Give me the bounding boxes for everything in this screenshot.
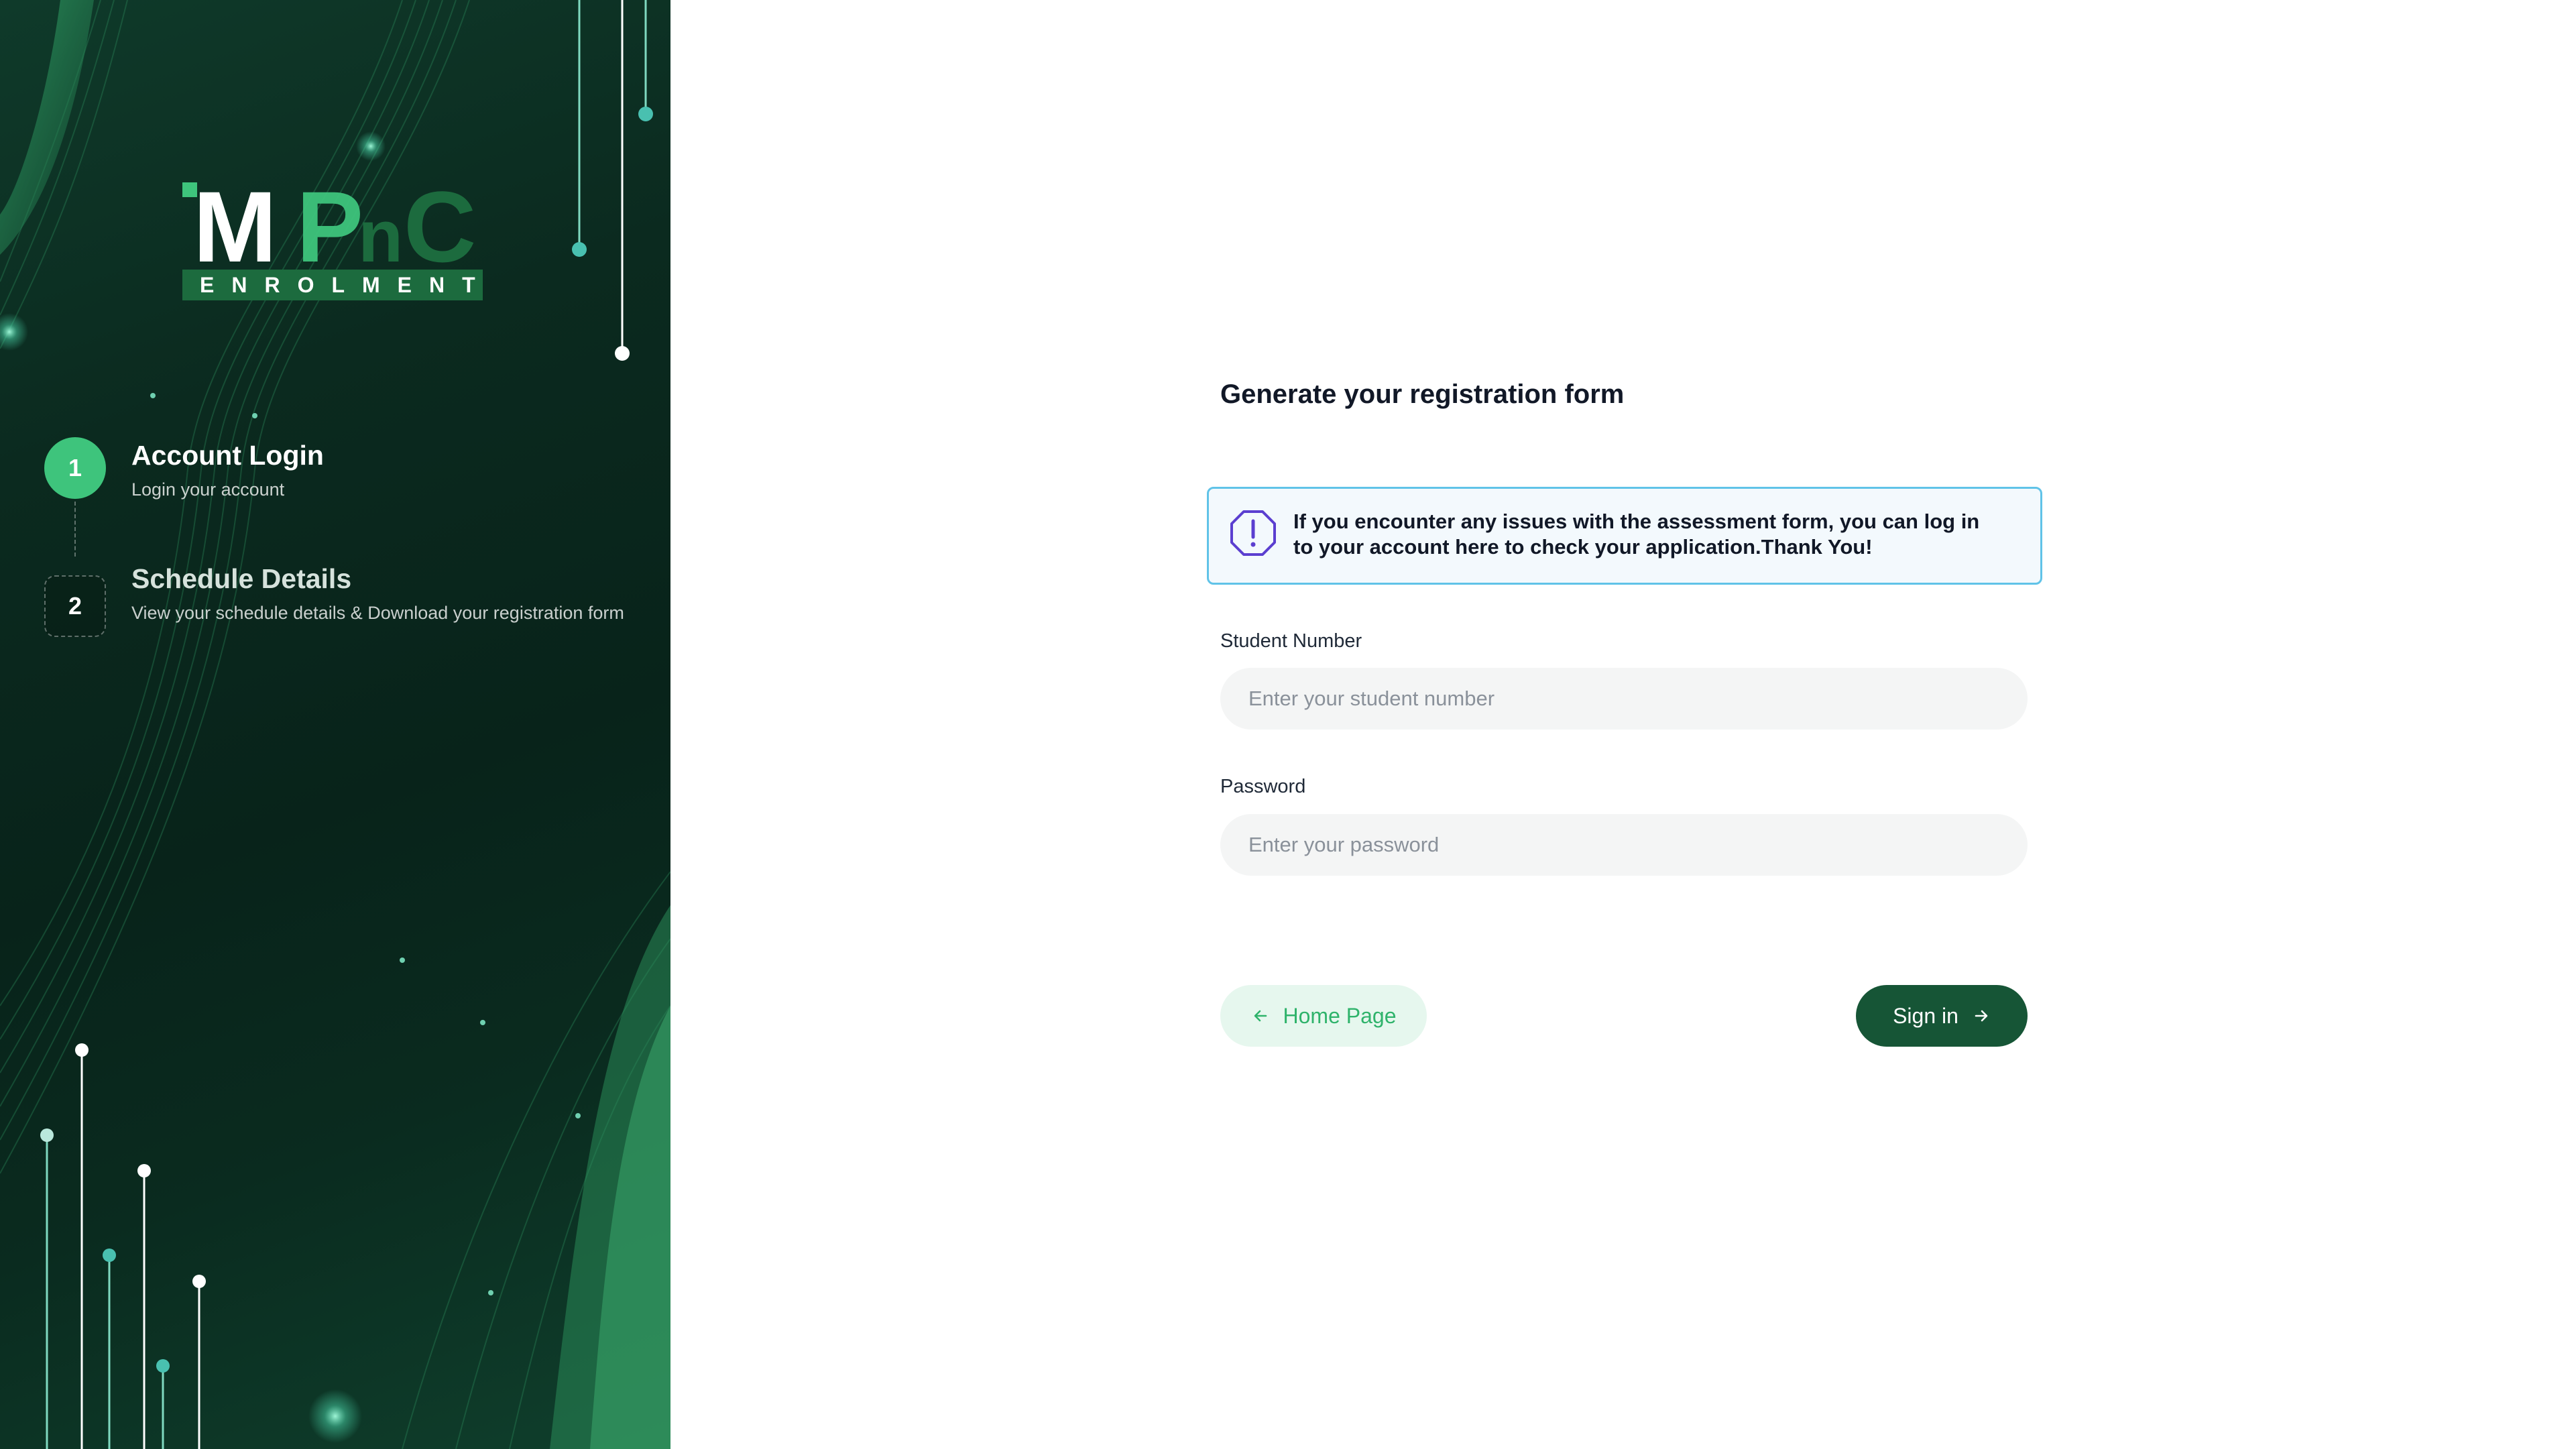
password-label: Password <box>1220 776 1306 797</box>
logo-letters: M P n C <box>182 176 476 270</box>
step-number-badge: 1 <box>44 437 106 499</box>
step-title: Schedule Details <box>131 563 352 594</box>
alert-octagon-icon <box>1230 510 1276 556</box>
sign-in-button[interactable]: Sign in <box>1856 985 2028 1047</box>
svg-text:n: n <box>358 195 403 270</box>
arrow-left-icon <box>1254 1010 1267 1022</box>
notice-text: If you encounter any issues with the ass… <box>1293 510 1980 559</box>
step-connector <box>74 502 76 557</box>
step-number-badge: 2 <box>44 575 106 637</box>
step-title: Account Login <box>131 440 324 471</box>
home-page-button[interactable]: Home Page <box>1220 985 1427 1047</box>
step-subtitle: Login your account <box>131 479 285 500</box>
info-notice: If you encounter any issues with the ass… <box>1207 487 2042 585</box>
student-number-label: Student Number <box>1220 630 1362 652</box>
step-subtitle: View your schedule details & Download yo… <box>131 603 624 623</box>
sidebar: M P n C ENROLMENT 1 Account Login Login … <box>0 0 670 1449</box>
arrow-right-icon <box>1975 1010 1988 1022</box>
page-title: Generate your registration form <box>1220 380 1625 409</box>
logo-subtitle: ENROLMENT <box>182 270 483 300</box>
svg-text:P: P <box>296 176 363 270</box>
svg-text:C: C <box>404 176 476 270</box>
student-number-input[interactable] <box>1220 668 2028 730</box>
logo-letter-m: M <box>193 176 277 270</box>
sign-in-label: Sign in <box>1893 1003 1958 1028</box>
mpnc-enrolment-logo: M P n C ENROLMENT <box>182 176 483 300</box>
home-page-label: Home Page <box>1283 1003 1397 1028</box>
password-input[interactable] <box>1220 814 2028 876</box>
